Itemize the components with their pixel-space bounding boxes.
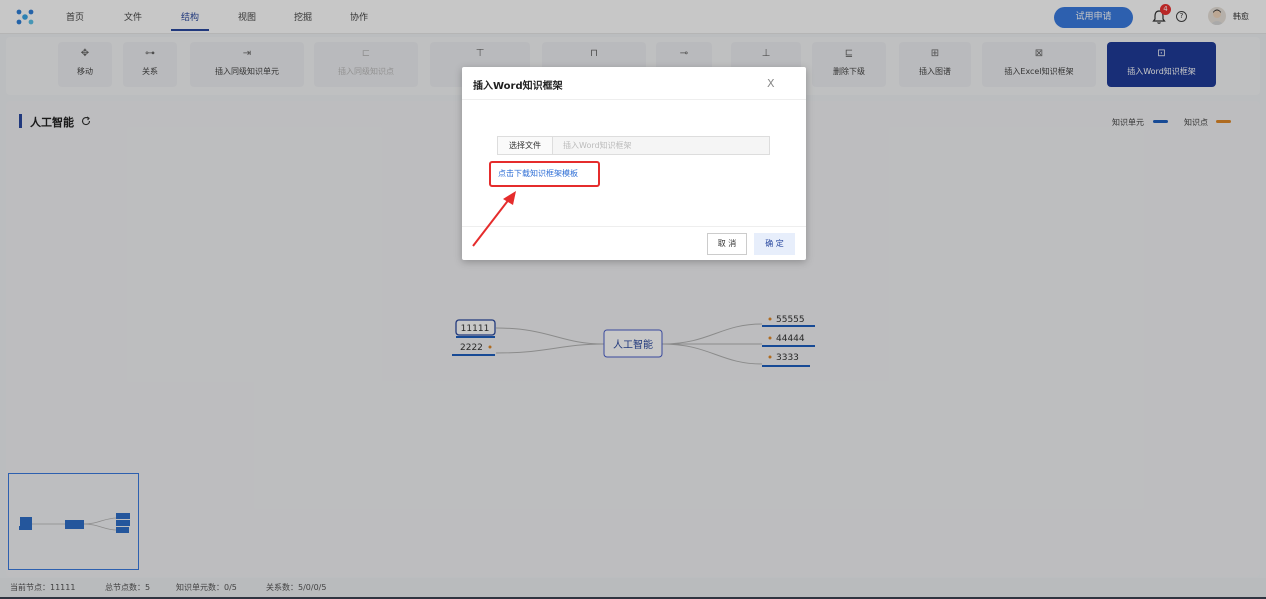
dialog-header-divider bbox=[462, 99, 806, 100]
annotation-highlight-box bbox=[489, 161, 600, 187]
cancel-button[interactable]: 取 消 bbox=[707, 233, 747, 255]
dialog-title: 插入Word知识框架 bbox=[473, 81, 563, 92]
close-icon[interactable]: X bbox=[767, 77, 775, 90]
annotation-arrow-icon bbox=[472, 191, 516, 247]
confirm-button[interactable]: 确 定 bbox=[754, 233, 795, 255]
choose-file-button[interactable]: 选择文件 bbox=[497, 136, 553, 155]
file-input[interactable]: 插入Word知识框架 bbox=[553, 136, 770, 155]
